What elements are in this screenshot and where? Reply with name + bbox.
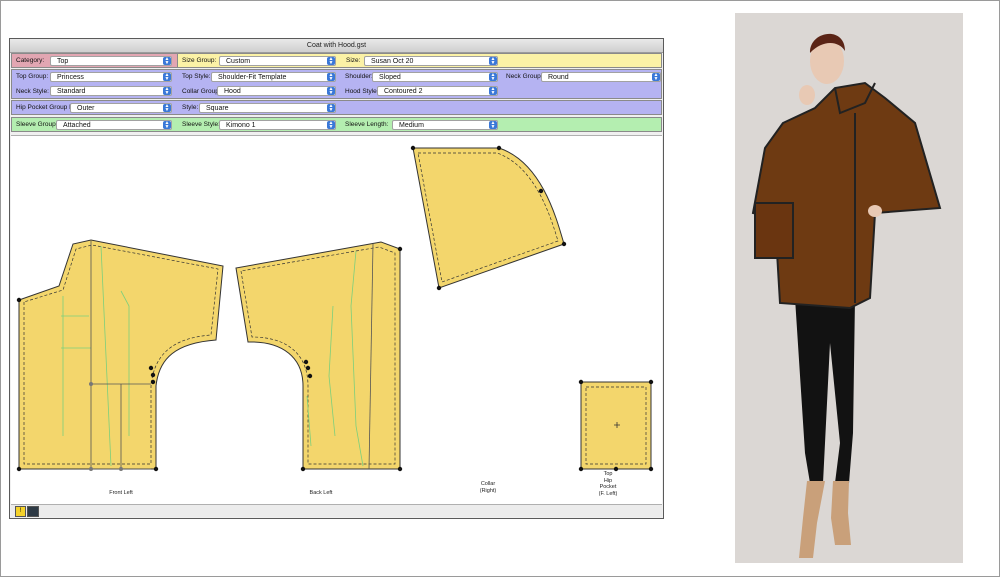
neck-style-label: Neck Style: xyxy=(16,88,49,95)
back-left-label: Back Left xyxy=(309,490,333,496)
status-bar: ! xyxy=(11,504,662,517)
neck-style-select[interactable]: Standard ▲ ▼ xyxy=(50,86,172,96)
top-style-select[interactable]: Shoulder-Fit Template ▲ ▼ xyxy=(211,72,336,82)
popup-arrow-icon: ▲ ▼ xyxy=(327,103,335,113)
pocket-label: Top Hip Pocket (F. Left) xyxy=(598,471,618,497)
model-photo xyxy=(735,13,963,563)
collar-group-label: Collar Group: xyxy=(182,88,221,95)
window-title: Coat with Hood.gst xyxy=(10,39,663,53)
hood-style-select[interactable]: Contoured 2 ▲ ▼ xyxy=(377,86,498,96)
sleeve-length-select[interactable]: Medium ▲ ▼ xyxy=(392,120,498,130)
back-left-piece[interactable] xyxy=(235,241,403,472)
row-top-group: Top Group: Princess ▲ ▼ Top Style: Shoulde… xyxy=(11,69,662,99)
shoulder-select[interactable]: Sloped ▲ ▼ xyxy=(372,72,498,82)
popup-arrow-icon: ▲ ▼ xyxy=(489,86,497,96)
grid-icon[interactable] xyxy=(27,506,39,517)
size-label: Size: xyxy=(346,57,361,64)
neck-group-select[interactable]: Round ▲ ▼ xyxy=(541,72,661,82)
pattern-drawing xyxy=(16,145,654,472)
sleeve-style-select[interactable]: Kimono 1 ▲ ▼ xyxy=(219,120,336,130)
collar-group-select[interactable]: Hood ▲ ▼ xyxy=(217,86,336,96)
shoulder-label: Shoulder: xyxy=(345,73,373,80)
size-group-select[interactable]: Custom ▲ ▼ xyxy=(219,56,336,66)
size-group-label: Size Group: xyxy=(182,57,217,64)
popup-arrow-icon: ▲ ▼ xyxy=(652,72,660,82)
hip-pocket-group-label: Hip Pocket Group F: xyxy=(16,104,75,111)
popup-arrow-icon: ▲ ▼ xyxy=(489,72,497,82)
popup-arrow-icon: ▲ ▼ xyxy=(163,103,171,113)
style-label: Style: xyxy=(182,104,199,111)
hip-pocket-group-select[interactable]: Outer ▲ ▼ xyxy=(70,103,172,113)
popup-arrow-icon: ▲ ▼ xyxy=(327,86,335,96)
row-category: Category: Top ▲ ▼ Size Group: Custom ▲ ▼ Siz… xyxy=(11,53,662,68)
popup-arrow-icon: ▲ ▼ xyxy=(163,56,171,66)
top-group-select[interactable]: Princess ▲ ▼ xyxy=(50,72,172,82)
popup-arrow-icon: ▲ ▼ xyxy=(163,120,171,130)
pocket-piece[interactable] xyxy=(578,379,654,472)
collar-label: Collar (Right) xyxy=(479,481,497,494)
popup-arrow-icon: ▲ ▼ xyxy=(327,120,335,130)
popup-arrow-icon: ▲ ▼ xyxy=(489,56,497,66)
sleeve-group-select[interactable]: Attached ▲ ▼ xyxy=(56,120,172,130)
popup-arrow-icon: ▲ ▼ xyxy=(327,72,335,82)
front-left-label: Front Left xyxy=(109,490,133,496)
popup-arrow-icon: ▲ ▼ xyxy=(327,56,335,66)
neck-group-label: Neck Group: xyxy=(506,73,543,80)
category-select[interactable]: Top ▲ ▼ xyxy=(50,56,172,66)
warning-icon[interactable]: ! xyxy=(15,506,26,517)
collar-piece[interactable] xyxy=(410,145,567,291)
popup-arrow-icon: ▲ ▼ xyxy=(163,86,171,96)
pattern-window: Coat with Hood.gst Category: Top ▲ ▼ Size … xyxy=(9,38,664,519)
row-hip-pocket: Hip Pocket Group F: Outer ▲ ▼ Style: Squar… xyxy=(11,100,662,115)
front-left-piece[interactable] xyxy=(16,239,224,472)
category-label: Category: xyxy=(16,57,45,64)
sleeve-group-label: Sleeve Group: xyxy=(16,121,58,128)
pattern-canvas[interactable]: Front Left Back Left Collar (Right) Top … xyxy=(11,135,662,506)
model-illustration xyxy=(751,33,942,558)
hood-style-label: Hood Style: xyxy=(345,88,379,95)
sleeve-style-label: Sleeve Style: xyxy=(182,121,220,128)
top-style-label: Top Style: xyxy=(182,73,211,80)
sleeve-length-label: Sleeve Length: xyxy=(345,121,389,128)
popup-arrow-icon: ▲ ▼ xyxy=(163,72,171,82)
style-select[interactable]: Square ▲ ▼ xyxy=(199,103,336,113)
top-group-label: Top Group: xyxy=(16,73,49,80)
size-select[interactable]: Susan Oct 20 ▲ ▼ xyxy=(364,56,498,66)
row-sleeve: Sleeve Group: Attached ▲ ▼ Sleeve Style: K… xyxy=(11,117,662,132)
popup-arrow-icon: ▲ ▼ xyxy=(489,120,497,130)
